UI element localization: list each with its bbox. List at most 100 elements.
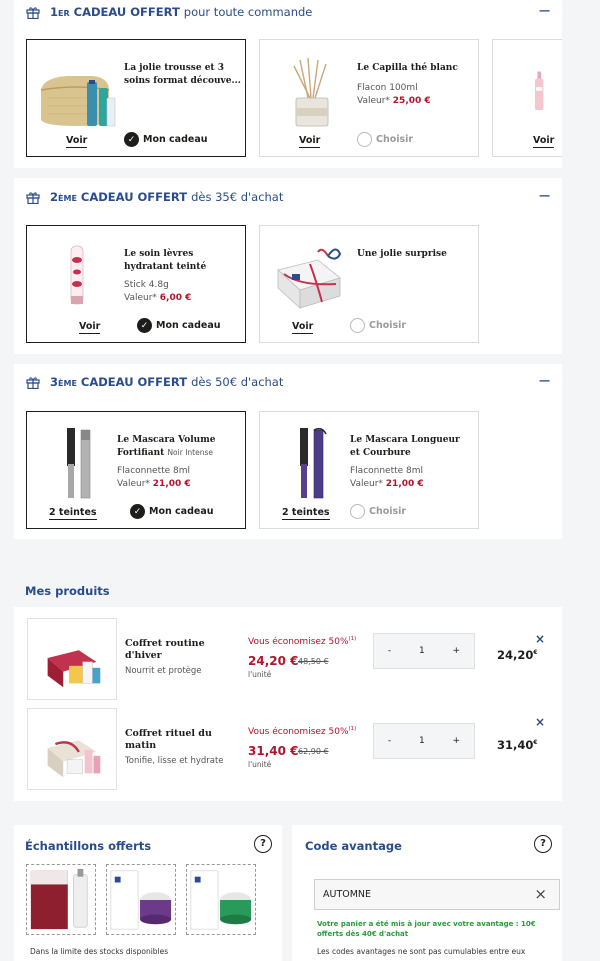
pick-label: Mon cadeau <box>156 320 221 331</box>
quantity-value[interactable]: 1 <box>419 646 425 656</box>
product-image[interactable] <box>27 618 117 700</box>
gift-format: Flaconnette 8ml <box>117 466 191 476</box>
line-total: 31,40€ <box>497 738 538 752</box>
surprise-box-image <box>277 248 342 309</box>
gift-card-mascara-volume[interactable]: Le Mascara Volume Fortifiant Noir Intens… <box>26 411 246 529</box>
gift-title: CADEAU OFFERT <box>80 190 188 204</box>
remove-icon[interactable]: × <box>535 632 545 646</box>
decrement-button[interactable]: - <box>388 646 391 656</box>
old-price: 62,90 € <box>298 747 329 756</box>
check-icon: ✓ <box>130 504 145 519</box>
voir-link[interactable]: Voir <box>66 135 88 148</box>
voir-link[interactable]: Voir <box>79 321 101 334</box>
help-icon[interactable]: ? <box>534 835 552 853</box>
gift-section-header[interactable]: 3ème CADEAU OFFERT dès 50€ d'achat <box>26 374 283 390</box>
diffuser-image <box>293 57 329 127</box>
trousse-image <box>40 76 116 127</box>
increment-button[interactable]: + <box>453 736 461 746</box>
current-price: 31,40 € <box>248 744 299 758</box>
gift-icon <box>26 6 40 19</box>
voir-link[interactable]: Voir <box>292 321 314 334</box>
close-icon[interactable]: × <box>534 887 547 902</box>
pick-label: Choisir <box>369 506 407 517</box>
collapse-button[interactable]: − <box>538 373 551 390</box>
gift-name-sub: Noir Intense <box>167 447 213 457</box>
pick-label: Mon cadeau <box>143 134 208 145</box>
products-list: Coffret routine d'hiver Nourrit et protè… <box>14 607 562 801</box>
promo-title: Code avantage <box>305 839 402 853</box>
sample-serum[interactable] <box>26 864 96 935</box>
increment-button[interactable]: + <box>453 646 461 656</box>
unit-label: l'unité <box>248 760 272 769</box>
check-icon: ✓ <box>137 318 152 333</box>
gift-condition: pour toute commande <box>183 5 313 19</box>
gift-icon <box>26 191 40 204</box>
gift-rank: 2ème <box>50 190 77 204</box>
collapse-button[interactable]: − <box>538 3 551 20</box>
shades-link[interactable]: 2 teintes <box>282 507 330 520</box>
quantity-stepper: - 1 + <box>373 723 475 759</box>
gift-rank: 3ème <box>50 375 77 389</box>
quantity-stepper: - 1 + <box>373 633 475 669</box>
mon-cadeau-selected[interactable]: ✓ Mon cadeau <box>124 132 208 147</box>
gift-name: La jolie trousse et 3 soins format décou… <box>124 63 241 86</box>
quantity-value[interactable]: 1 <box>419 736 425 746</box>
product-desc: Tonifie, lisse et hydrate <box>125 756 224 766</box>
choisir-button[interactable]: Choisir <box>357 132 413 147</box>
gift-card-mascara-longueur[interactable]: Le Mascara Longueur et Courbure Flaconne… <box>259 411 479 529</box>
promo-code-input[interactable] <box>315 880 515 909</box>
gift-title: CADEAU OFFERT <box>80 375 188 389</box>
gift-card-capilla[interactable]: Le Capilla thé blanc Flacon 100ml Valeur… <box>259 39 479 157</box>
stock-note: Dans la limite des stocks disponibles <box>30 947 169 956</box>
shades-link[interactable]: 2 teintes <box>49 507 97 520</box>
old-price: 48,50 € <box>298 657 329 666</box>
current-price: 24,20 € <box>248 654 299 668</box>
gift-value: Valeur* 21,00 € <box>117 478 191 489</box>
gift-rank: 1er <box>50 5 70 19</box>
gift-card-partial[interactable]: Voir <box>492 39 562 157</box>
line-total: 24,20€ <box>497 648 538 662</box>
product-desc: Nourrit et protège <box>125 666 202 676</box>
choisir-button[interactable]: Choisir <box>350 504 406 519</box>
gift-name: Le Mascara Longueur et Courbure <box>350 435 460 458</box>
voir-link[interactable]: Voir <box>299 135 321 148</box>
product-image[interactable] <box>27 708 117 790</box>
promo-panel: Code avantage ? × Votre panier a été mis… <box>292 825 562 961</box>
gift-section-header[interactable]: 1er CADEAU OFFERT pour toute commande <box>26 4 312 20</box>
samples-panel: Échantillons offerts ? Dans la limite de… <box>14 825 282 961</box>
promo-success-message: Votre panier a été mis à jour avec votre… <box>317 920 536 938</box>
saving-text: Vous économisez 50%(1) <box>248 726 357 737</box>
gift-name: Le Mascara Volume Fortifiant Noir Intens… <box>117 434 237 459</box>
mascara-image <box>67 428 91 499</box>
choisir-button[interactable]: Choisir <box>350 318 406 333</box>
gift-icon <box>26 376 40 389</box>
product-name: Coffret routine d'hiver <box>125 638 205 661</box>
sample-cream-green[interactable] <box>186 864 256 935</box>
mon-cadeau-selected[interactable]: ✓ Mon cadeau <box>130 504 214 519</box>
serum-image <box>535 71 544 110</box>
gift-format: Flaconnette 8ml <box>350 466 424 476</box>
gift-condition: dès 50€ d'achat <box>191 375 284 389</box>
gift-condition: dès 35€ d'achat <box>191 190 284 204</box>
remove-icon[interactable]: × <box>535 715 545 729</box>
gift-card-trousse[interactable]: La jolie trousse et 3 soins format décou… <box>26 39 246 157</box>
gift-section-1: 1er CADEAU OFFERT pour toute commande − … <box>14 0 562 168</box>
gift-desc: Stick 4.8g Valeur* 6,00 € <box>124 279 244 304</box>
mon-cadeau-selected[interactable]: ✓ Mon cadeau <box>137 318 221 333</box>
lip-stick-image <box>70 245 84 305</box>
gift-value: Valeur* 25,00 € <box>357 95 431 106</box>
gift-desc: Flacon 100ml Valeur* 25,00 € <box>357 82 477 107</box>
gift-card-surprise[interactable]: Une jolie surprise Voir Choisir <box>259 225 479 343</box>
help-icon[interactable]: ? <box>254 835 272 853</box>
decrement-button[interactable]: - <box>388 736 391 746</box>
gift-card-levres[interactable]: Le soin lèvres hydratant teinté Stick 4.… <box>26 225 246 343</box>
pick-label: Choisir <box>376 134 414 145</box>
collapse-button[interactable]: − <box>538 188 551 205</box>
voir-link[interactable]: Voir <box>533 135 555 148</box>
gift-section-header[interactable]: 2ème CADEAU OFFERT dès 35€ d'achat <box>26 189 283 205</box>
gift-section-2: 2ème CADEAU OFFERT dès 35€ d'achat − Le … <box>14 178 562 354</box>
products-heading: Mes produits <box>25 584 110 598</box>
saving-text: Vous économisez 50%(1) <box>248 636 357 647</box>
mascara-image <box>300 427 327 499</box>
sample-cream-purple[interactable] <box>106 864 176 935</box>
